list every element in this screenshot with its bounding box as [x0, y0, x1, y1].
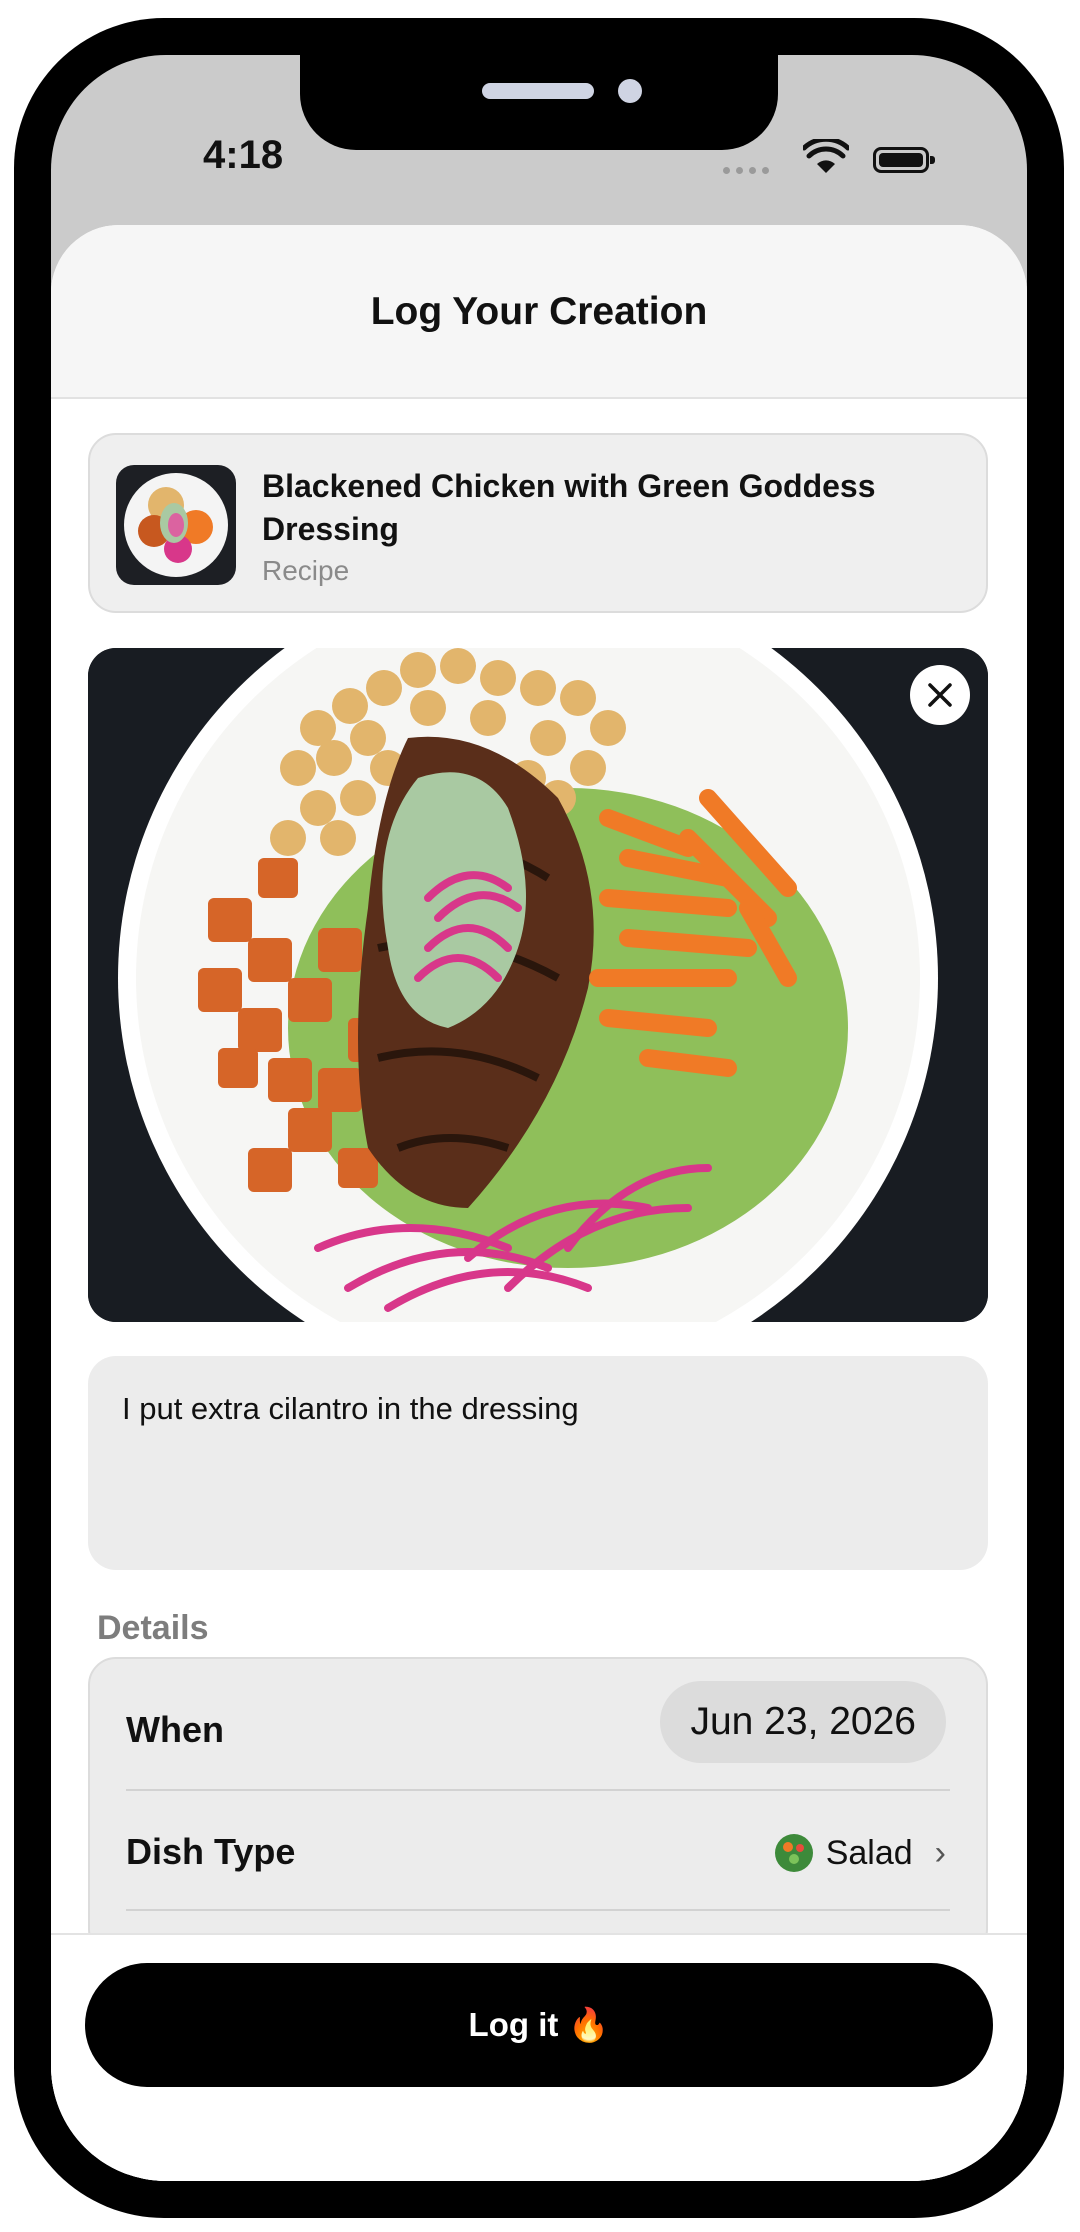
wifi-icon — [803, 139, 849, 173]
sheet-header: Log Your Creation — [51, 225, 1027, 399]
remove-photo-button[interactable] — [910, 665, 970, 725]
phone-frame: 4:18 Log Your Creation Blackened Chicken… — [14, 18, 1064, 2218]
speaker — [482, 83, 594, 99]
log-it-label: Log it — [468, 2006, 559, 2043]
dish-type-value: Salad — [825, 1833, 913, 1872]
fire-icon: 🔥 — [568, 2005, 610, 2044]
recipe-title: Blackened Chicken with Green Goddess Dre… — [262, 468, 876, 547]
recipe-thumbnail — [116, 465, 236, 585]
bottom-bar: Log it 🔥 — [51, 1933, 1027, 2181]
log-it-button[interactable]: Log it 🔥 — [85, 1963, 993, 2087]
details-section-label: Details — [97, 1609, 209, 1647]
battery-icon — [873, 147, 935, 173]
log-sheet: Log Your Creation Blackened Chicken with… — [51, 225, 1027, 2181]
details-card: When Jun 23, 2026 Dish Type Salad › — [88, 1657, 988, 1957]
dish-type-selector[interactable]: Salad › — [774, 1833, 946, 1873]
divider — [126, 1789, 950, 1791]
chevron-right-icon: › — [934, 1833, 946, 1872]
sheet-title: Log Your Creation — [370, 290, 708, 333]
salad-icon — [774, 1834, 813, 1872]
recipe-card[interactable]: Blackened Chicken with Green Goddess Dre… — [88, 433, 988, 613]
status-time: 4:18 — [203, 133, 284, 177]
recipe-type: Recipe — [262, 555, 350, 586]
date-picker[interactable]: Jun 23, 2026 — [660, 1681, 946, 1763]
signal-dots-icon — [723, 167, 769, 174]
camera — [618, 79, 642, 103]
divider — [126, 1909, 950, 1911]
food-photo-image — [88, 648, 988, 1322]
notes-textarea[interactable]: I put extra cilantro in the dressing — [88, 1356, 988, 1570]
when-label: When — [126, 1709, 224, 1750]
food-photo — [88, 648, 988, 1322]
close-icon — [928, 683, 952, 707]
dish-type-label: Dish Type — [126, 1831, 296, 1872]
screen: 4:18 Log Your Creation Blackened Chicken… — [51, 55, 1027, 2181]
notch — [300, 55, 778, 150]
